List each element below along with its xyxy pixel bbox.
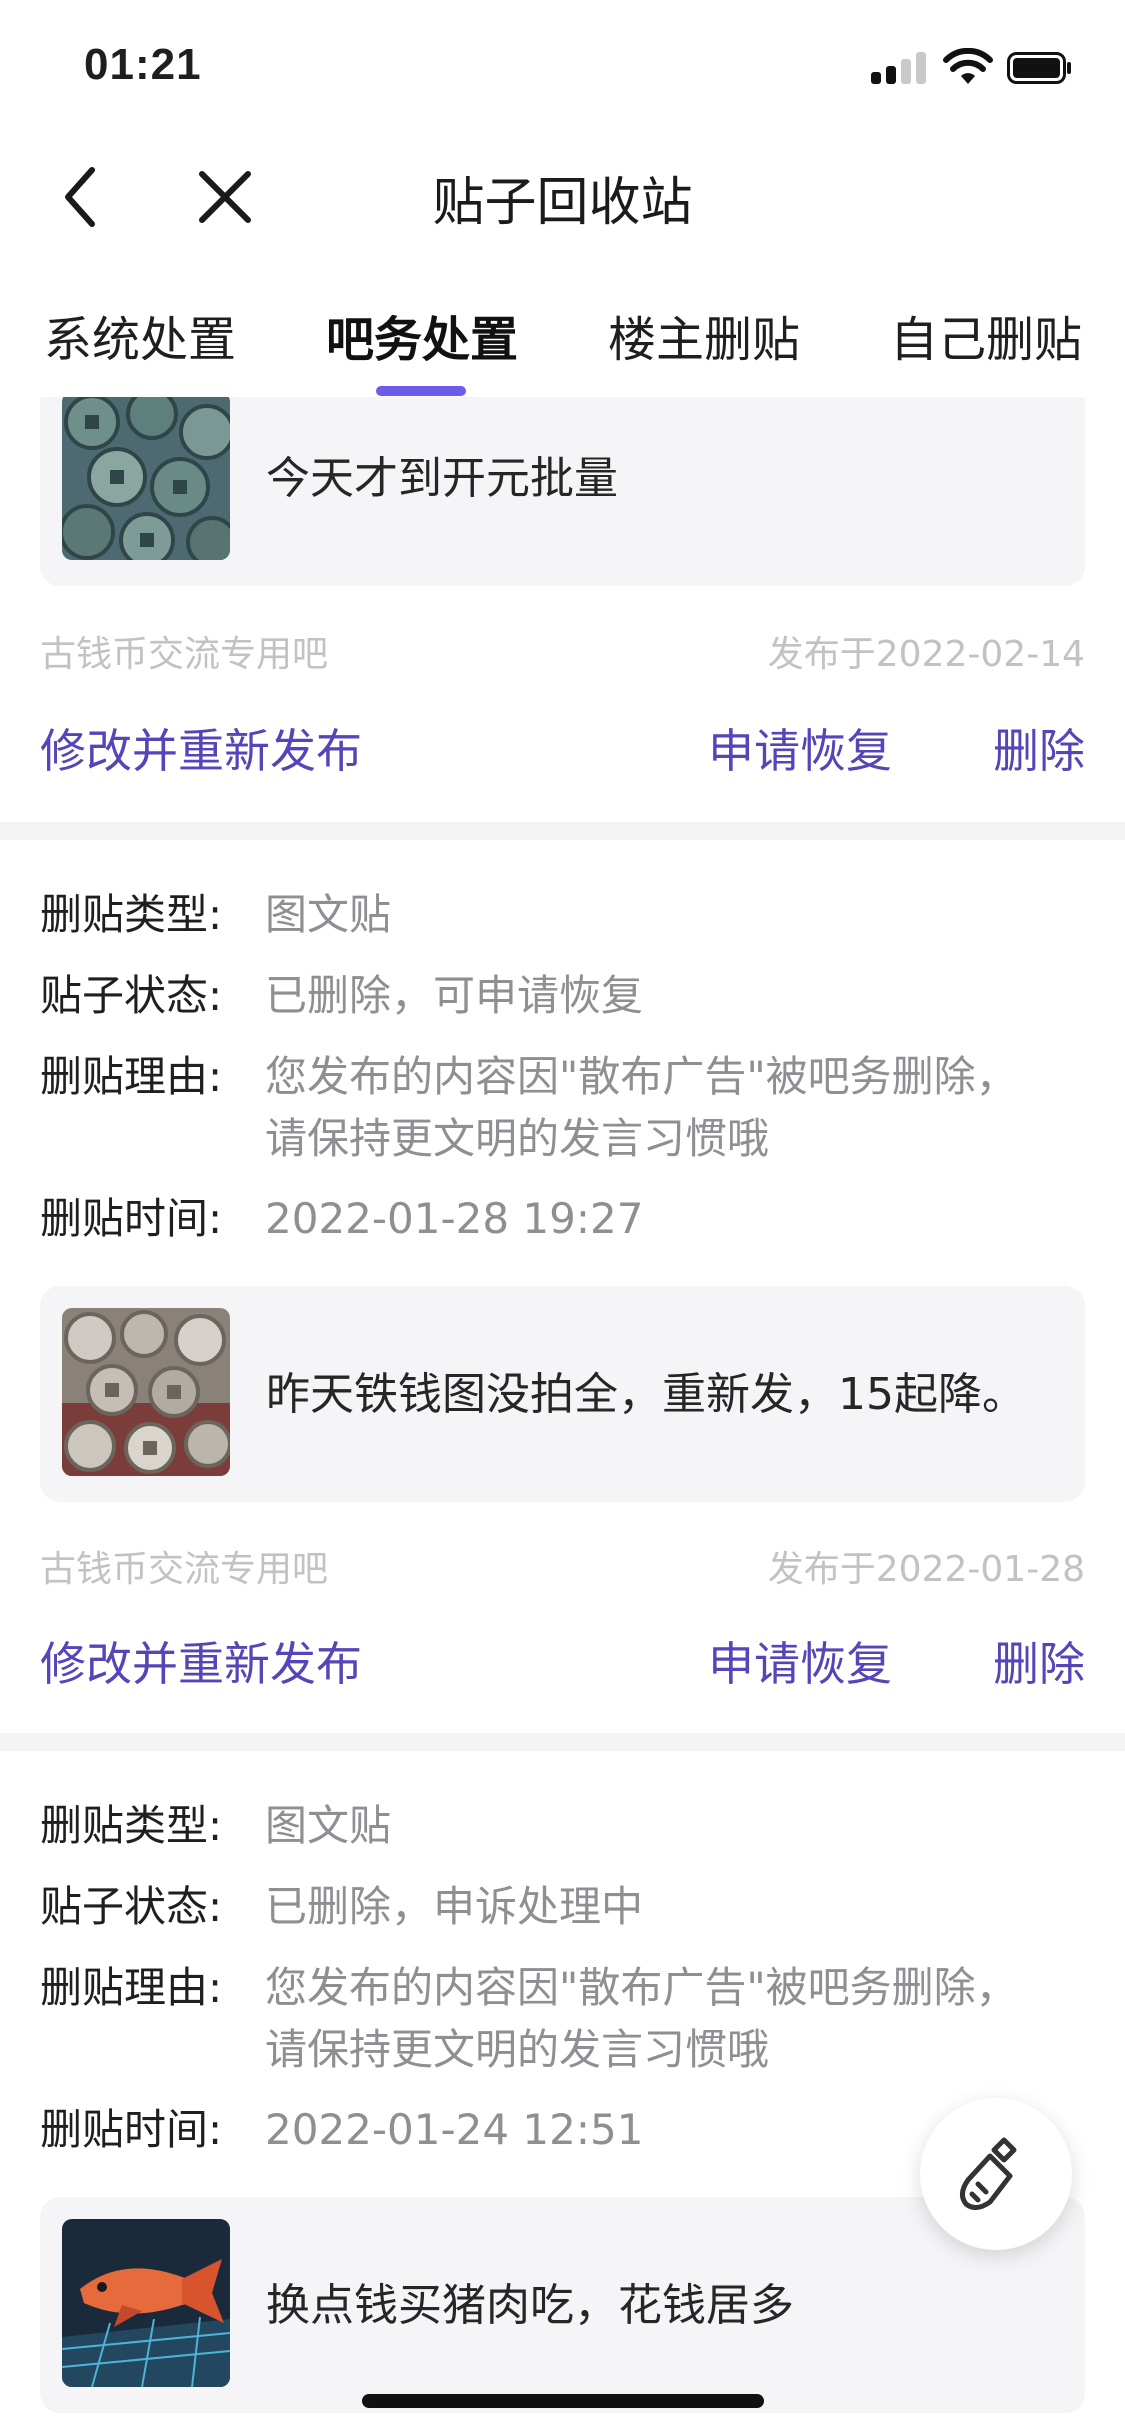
status-time: 01:21	[84, 40, 202, 89]
tab-owner[interactable]: 楼主删贴	[608, 300, 800, 370]
card-divider	[0, 1733, 1125, 1751]
publish-date: 发布于2022-01-28	[767, 1549, 1085, 1590]
nav-bar: 贴子回收站	[0, 132, 1125, 262]
delete-time-value: 2022-01-28 19:27	[265, 1194, 644, 1243]
delete-reason-label: 删贴理由:	[40, 1963, 223, 2012]
coins-thumbnail	[62, 1308, 230, 1476]
request-restore-button[interactable]: 申请恢复	[708, 1628, 892, 1694]
request-restore-button[interactable]: 申请恢复	[708, 715, 892, 781]
edit-republish-button[interactable]: 修改并重新发布	[40, 1628, 362, 1694]
cellular-signal-icon	[871, 48, 931, 88]
delete-reason-line1: 您发布的内容因"散布广告"被吧务删除，	[265, 1963, 1018, 2012]
delete-reason-line1: 您发布的内容因"散布广告"被吧务删除，	[265, 1052, 1018, 1101]
delete-type-label: 删贴类型:	[40, 1801, 223, 1850]
post-title: 今天才到开元批量	[266, 453, 618, 504]
battery-icon	[1007, 52, 1071, 84]
delete-type-label: 删贴类型:	[40, 890, 223, 939]
post-status-value: 已删除，申诉处理中	[265, 1882, 644, 1931]
post-title: 昨天铁钱图没拍全，重新发，15起降。	[266, 1369, 1026, 1420]
delete-type-value: 图文贴	[265, 890, 392, 939]
status-bar: 01:21	[0, 0, 1125, 132]
delete-time-label: 删贴时间:	[40, 2105, 223, 2154]
page-title: 贴子回收站	[432, 173, 693, 233]
post-actions: 修改并重新发布 申请恢复 删除	[40, 715, 1085, 785]
coins-thumbnail	[62, 397, 230, 560]
delete-button[interactable]: 删除	[993, 1628, 1085, 1694]
delete-reason-label: 删贴理由:	[40, 1052, 223, 1101]
fish-thumbnail	[62, 2219, 230, 2387]
deleted-post-card: 今天才到开元批量 古钱币交流专用吧 发布于2022-02-14 修改并重新发布 …	[0, 397, 1125, 822]
post-title: 换点钱买猪肉吃，花钱居多	[266, 2280, 794, 2331]
deleted-post-card: 删贴类型: 图文贴 贴子状态: 已删除，可申请恢复 删贴理由: 您发布的内容因"…	[0, 840, 1125, 1733]
post-status-label: 贴子状态:	[40, 1882, 223, 1931]
delete-button[interactable]: 删除	[993, 715, 1085, 781]
publish-date: 发布于2022-02-14	[767, 634, 1085, 675]
post-preview[interactable]: 换点钱买猪肉吃，花钱居多	[40, 2197, 1085, 2413]
post-status-value: 已删除，可申请恢复	[265, 971, 644, 1020]
delete-reason-line2: 请保持更文明的发言习惯哦	[265, 2025, 770, 2074]
post-status-label: 贴子状态:	[40, 971, 223, 1020]
tab-admin[interactable]: 吧务处置	[326, 300, 518, 370]
forum-name: 古钱币交流专用吧	[40, 1549, 329, 1590]
tab-system[interactable]: 系统处置	[44, 300, 236, 370]
clear-all-button[interactable]	[920, 2098, 1072, 2250]
edit-republish-button[interactable]: 修改并重新发布	[40, 715, 362, 781]
post-actions: 修改并重新发布 申请恢复 删除	[40, 1628, 1085, 1698]
delete-reason-line2: 请保持更文明的发言习惯哦	[265, 1114, 770, 1163]
broom-icon	[960, 2137, 1017, 2210]
status-icons	[871, 48, 1081, 88]
deleted-post-card: 删贴类型: 图文贴 贴子状态: 已删除，申诉处理中 删贴理由: 您发布的内容因"…	[0, 1751, 1125, 2436]
home-indicator	[362, 2394, 764, 2408]
tab-bar: 系统处置 吧务处置 楼主删贴 自己删贴	[0, 262, 1125, 397]
tab-self[interactable]: 自己删贴	[890, 300, 1082, 370]
post-preview[interactable]: 今天才到开元批量	[40, 397, 1085, 586]
wifi-icon	[943, 48, 993, 84]
card-divider	[0, 822, 1125, 840]
tab-indicator	[376, 386, 466, 396]
post-preview[interactable]: 昨天铁钱图没拍全，重新发，15起降。	[40, 1286, 1085, 1502]
forum-name: 古钱币交流专用吧	[40, 634, 329, 675]
delete-type-value: 图文贴	[265, 1801, 392, 1850]
delete-time-label: 删贴时间:	[40, 1194, 223, 1243]
